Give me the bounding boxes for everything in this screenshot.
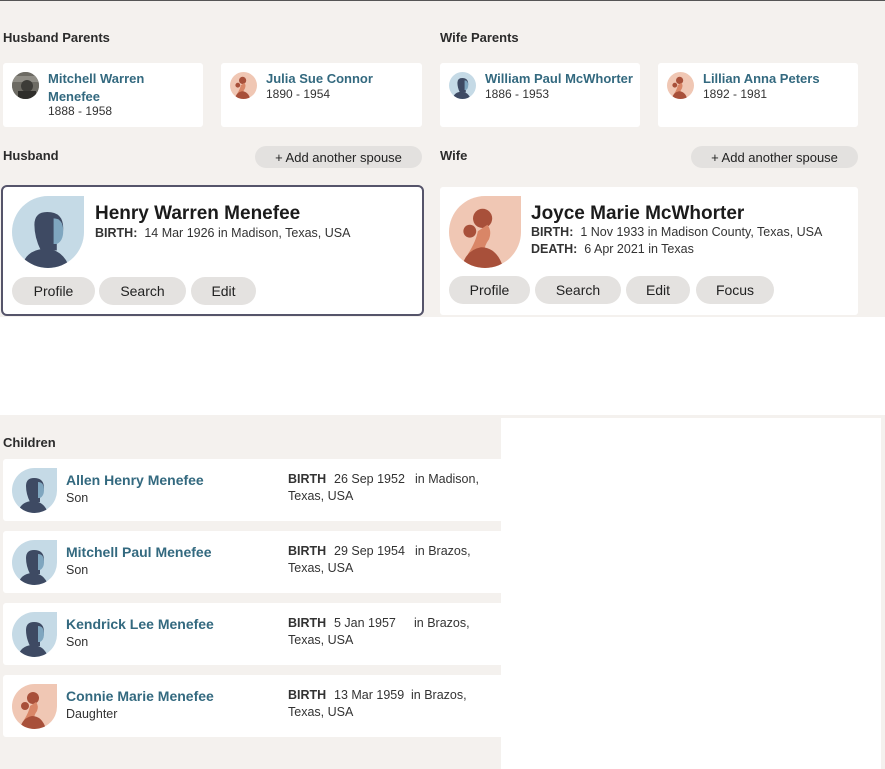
child-name-link[interactable]: Allen Henry Menefee <box>66 472 204 488</box>
birth-date: 29 Sep 1954 <box>334 544 405 558</box>
wife-heading: Wife <box>440 148 468 163</box>
male-avatar-icon <box>449 72 476 99</box>
edit-button[interactable]: Edit <box>191 277 256 305</box>
female-avatar-icon <box>230 72 257 99</box>
male-avatar-icon <box>12 468 57 513</box>
female-avatar-icon <box>449 196 521 268</box>
birth-place-line2: Texas, USA <box>288 489 354 503</box>
photo-avatar-icon <box>12 72 39 99</box>
birth-label: BIRTH <box>288 688 327 702</box>
parent-dates: 1892 - 1981 <box>703 87 768 101</box>
birth-label: BIRTH: <box>531 225 574 239</box>
blank-side-panel <box>501 418 881 769</box>
birth-place: in Madison, <box>415 472 479 486</box>
female-avatar-icon <box>667 72 694 99</box>
birth-value: 1 Nov 1933 in Madison County, Texas, USA <box>580 225 823 239</box>
parent-card-husband-father[interactable]: Mitchell Warren Menefee 1888 - 1958 <box>3 63 203 127</box>
blank-panel <box>0 317 885 415</box>
child-relation: Son <box>66 491 89 505</box>
child-name-link[interactable]: Mitchell Paul Menefee <box>66 544 211 560</box>
parent-card-wife-mother[interactable]: Lillian Anna Peters 1892 - 1981 <box>658 63 858 127</box>
husband-name[interactable]: Henry Warren Menefee <box>95 203 300 225</box>
child-row[interactable]: Kendrick Lee Menefee Son BIRTH 5 Jan 195… <box>3 603 501 665</box>
death-label: DEATH: <box>531 242 578 256</box>
husband-heading: Husband <box>3 148 59 163</box>
edit-button[interactable]: Edit <box>626 276 690 304</box>
wife-death: DEATH: 6 Apr 2021 in Texas <box>531 242 694 256</box>
child-row[interactable]: Allen Henry Menefee Son BIRTH 26 Sep 195… <box>3 459 501 521</box>
child-row[interactable]: Mitchell Paul Menefee Son BIRTH 29 Sep 1… <box>3 531 501 593</box>
husband-parents-heading: Husband Parents <box>3 30 110 45</box>
parent-card-husband-mother[interactable]: Julia Sue Connor 1890 - 1954 <box>221 63 422 127</box>
birth-place-line2: Texas, USA <box>288 705 354 719</box>
child-relation: Daughter <box>66 707 118 721</box>
profile-button[interactable]: Profile <box>12 277 95 305</box>
child-name-link[interactable]: Connie Marie Menefee <box>66 688 214 704</box>
birth-date: 13 Mar 1959 <box>334 688 405 702</box>
birth-date: 26 Sep 1952 <box>334 472 405 486</box>
add-spouse-button-husband[interactable]: + Add another spouse <box>255 146 422 168</box>
birth-value: 14 Mar 1926 in Madison, Texas, USA <box>144 226 351 240</box>
wife-birth: BIRTH: 1 Nov 1933 in Madison County, Tex… <box>531 225 822 239</box>
add-spouse-button-wife[interactable]: + Add another spouse <box>691 146 858 168</box>
children-heading: Children <box>3 435 56 450</box>
husband-birth: BIRTH: 14 Mar 1926 in Madison, Texas, US… <box>95 226 350 240</box>
parent-dates: 1886 - 1953 <box>485 87 550 101</box>
wife-name[interactable]: Joyce Marie McWhorter <box>531 203 744 225</box>
death-value: 6 Apr 2021 in Texas <box>584 242 694 256</box>
top-divider <box>0 0 885 1</box>
male-avatar-icon <box>12 540 57 585</box>
profile-button[interactable]: Profile <box>449 276 530 304</box>
parent-dates: 1888 - 1958 <box>48 104 113 118</box>
husband-card[interactable]: Henry Warren Menefee BIRTH: 14 Mar 1926 … <box>1 185 424 316</box>
birth-label: BIRTH <box>288 472 327 486</box>
wife-card[interactable]: Joyce Marie McWhorter BIRTH: 1 Nov 1933 … <box>440 187 858 315</box>
parent-dates: 1890 - 1954 <box>266 87 331 101</box>
birth-label: BIRTH: <box>95 226 138 240</box>
child-name-link[interactable]: Kendrick Lee Menefee <box>66 616 214 632</box>
birth-place: in Brazos, <box>411 688 467 702</box>
parent-card-wife-father[interactable]: William Paul McWhorter 1886 - 1953 <box>440 63 640 127</box>
birth-place: in Brazos, <box>415 544 471 558</box>
focus-button[interactable]: Focus <box>696 276 774 304</box>
parent-name-link[interactable]: Mitchell Warren Menefee <box>48 70 198 106</box>
birth-label: BIRTH <box>288 544 327 558</box>
birth-place-line2: Texas, USA <box>288 633 354 647</box>
wife-parents-heading: Wife Parents <box>440 30 519 45</box>
male-avatar-icon <box>12 196 84 268</box>
search-button[interactable]: Search <box>535 276 621 304</box>
birth-place: in Brazos, <box>414 616 470 630</box>
birth-date: 5 Jan 1957 <box>334 616 396 630</box>
child-relation: Son <box>66 563 89 577</box>
female-avatar-icon <box>12 684 57 729</box>
search-button[interactable]: Search <box>99 277 186 305</box>
child-row[interactable]: Connie Marie Menefee Daughter BIRTH 13 M… <box>3 675 501 737</box>
child-relation: Son <box>66 635 89 649</box>
male-avatar-icon <box>12 612 57 657</box>
birth-place-line2: Texas, USA <box>288 561 354 575</box>
birth-label: BIRTH <box>288 616 327 630</box>
